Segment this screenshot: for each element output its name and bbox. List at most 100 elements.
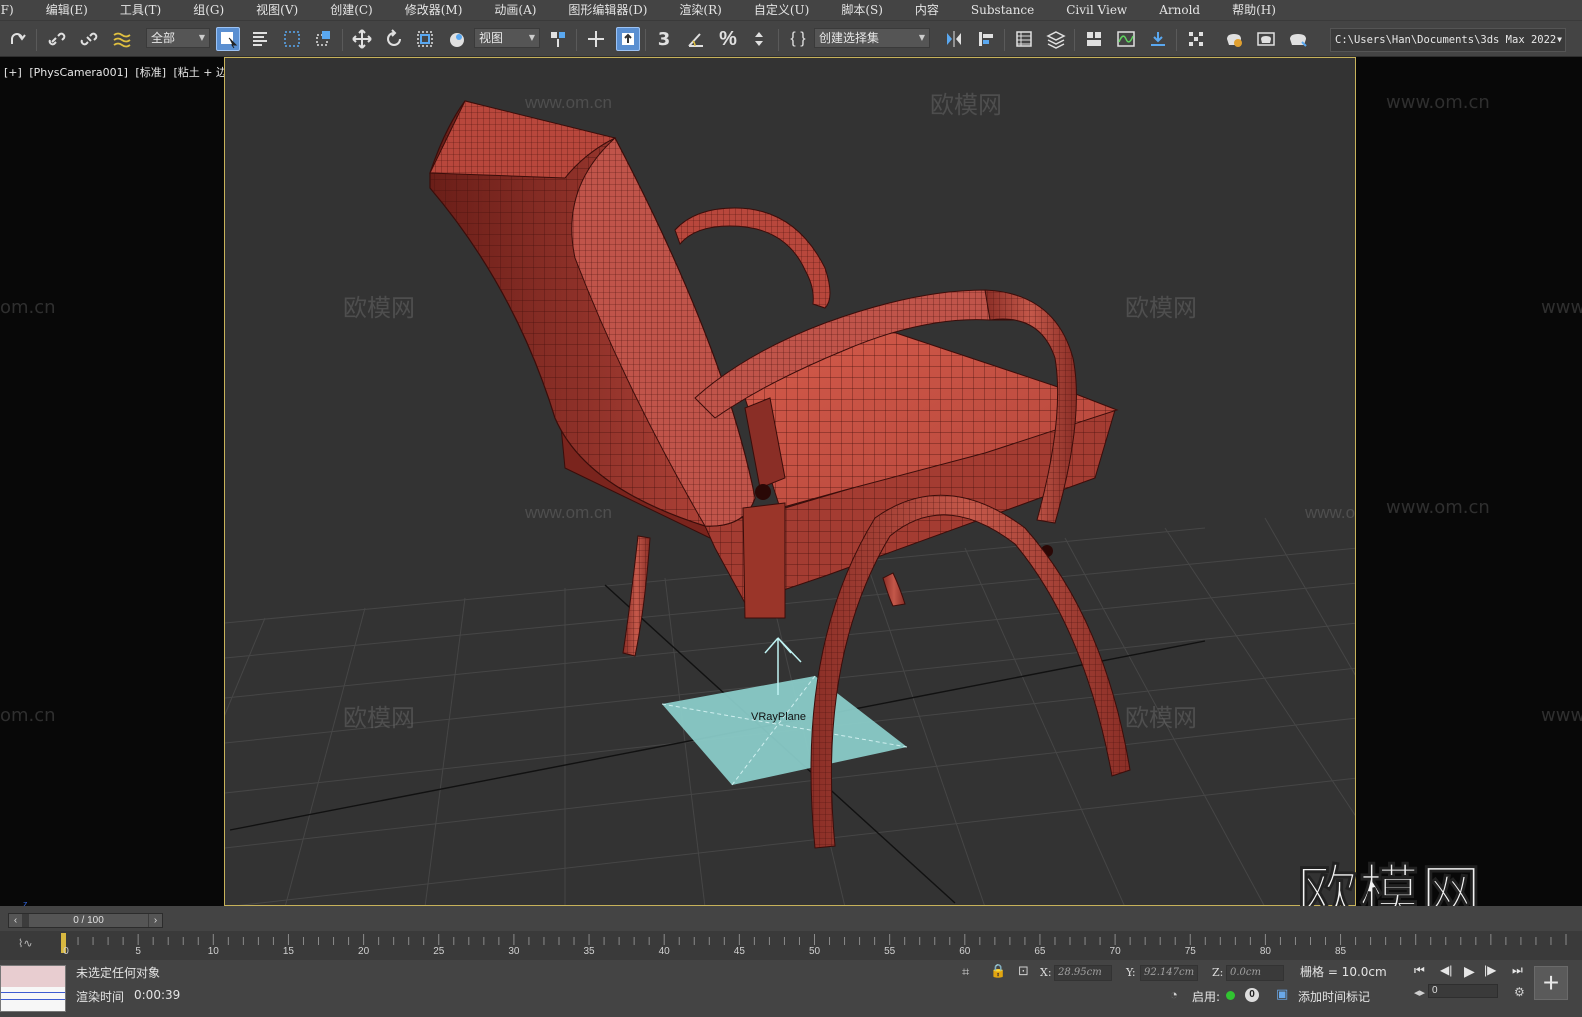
time-tag-icon[interactable]: ▣ (1276, 986, 1288, 1002)
viewport-left-margin: om.cn om.cn x z y (0, 57, 224, 937)
render-setup-icon[interactable] (1222, 27, 1246, 51)
mirror-icon[interactable] (942, 27, 966, 51)
track-bar[interactable]: ⌇∿ 0 5 10 15 20 25 30 35 40 45 50 55 60 65 70 75 80 85 (0, 931, 1582, 960)
material-editor-icon[interactable] (1184, 27, 1208, 51)
scale-icon[interactable] (413, 27, 437, 51)
align-icon[interactable] (974, 27, 998, 51)
viewport-right-margin: www.om.cn www.om.cn www.om.cn www.om.cn (1356, 57, 1582, 906)
edit-named-selection-icon[interactable]: { } (786, 27, 810, 51)
menu-modifiers[interactable]: 修改器(M) (382, 0, 472, 20)
scene-explorer-icon[interactable] (1012, 27, 1036, 51)
menu-file[interactable]: (F) (0, 0, 23, 20)
keyboard-shortcut-override-icon[interactable] (616, 27, 640, 51)
next-frame-icon[interactable]: |▶ (1484, 963, 1496, 977)
track-bar-frame-label: 80 (1259, 946, 1271, 957)
menu-create[interactable]: 创建(C) (307, 0, 382, 20)
menu-civil-view[interactable]: Civil View (1043, 0, 1136, 20)
unlink-icon[interactable] (77, 27, 101, 51)
current-frame-field[interactable]: 0 (1428, 984, 1498, 998)
menu-group[interactable]: 组(G) (170, 0, 233, 20)
previous-frame-icon[interactable]: ◀| (1440, 963, 1452, 977)
menu-graph-editors[interactable]: 图形编辑器(D) (545, 0, 656, 20)
menu-substance[interactable]: Substance (948, 0, 1043, 20)
play-icon[interactable]: ▶ (1464, 963, 1475, 980)
time-slider-readout[interactable]: 0 / 100 (29, 914, 148, 927)
named-selection-sets-dropdown[interactable]: 创建选择集 ▼ (814, 28, 930, 48)
angle-snap-icon[interactable] (684, 27, 708, 51)
redo-icon[interactable] (6, 27, 30, 51)
add-viewport-button[interactable]: + (1534, 966, 1568, 1000)
y-coord-label: Y: (1126, 966, 1136, 979)
go-to-end-icon[interactable]: ⏭ (1512, 963, 1523, 978)
time-config-icon[interactable]: ⚙ (1514, 985, 1525, 999)
schematic-view-icon[interactable] (1146, 27, 1170, 51)
watermark-url: www.om.cn (1541, 297, 1582, 318)
menu-help[interactable]: 帮助(H) (1209, 0, 1285, 20)
absolute-mode-icon[interactable]: ⊡ (1018, 963, 1029, 979)
menu-scripting[interactable]: 脚本(S) (818, 0, 892, 20)
maxscript-listener-mini[interactable] (0, 965, 66, 1012)
vray-plane-object[interactable]: VRayPlane (661, 637, 908, 786)
menu-edit[interactable]: 编辑(E) (23, 0, 97, 20)
menu-arnold[interactable]: Arnold (1136, 0, 1209, 20)
menu-animation[interactable]: 动画(A) (471, 0, 545, 20)
layer-explorer-icon[interactable] (1044, 27, 1068, 51)
grid-size-text: 栅格 = 10.0cm (1300, 965, 1387, 979)
viewport-camera-menu[interactable]: [PhysCamera001] (29, 66, 128, 79)
pivot-center-icon[interactable] (546, 27, 570, 51)
selection-lock-icon[interactable]: 🔒 (990, 963, 1006, 979)
viewport-plus-menu[interactable]: [+] (4, 66, 22, 79)
percent-snap-icon[interactable]: % (716, 27, 740, 51)
watermark-url: om.cn (0, 705, 56, 726)
toggle-ribbon-icon[interactable] (1082, 27, 1106, 51)
select-place-icon[interactable] (445, 27, 469, 51)
reference-coord-dropdown[interactable]: 视图 ▼ (474, 28, 540, 48)
track-bar-frame-label: 85 (1334, 946, 1347, 957)
spinner-snap-icon[interactable] (748, 27, 772, 51)
curve-editor-icon[interactable] (1114, 27, 1138, 51)
rotate-icon[interactable] (382, 27, 406, 51)
time-slider[interactable]: ‹ 0 / 100 › (8, 913, 163, 928)
viewport-shading-menu[interactable]: [标准] (135, 66, 166, 79)
perspective-viewport[interactable]: 欧模网 www.om.cn 欧模网 欧模网 欧模网 欧模网 www.om.cn … (224, 57, 1356, 906)
render-time-label: 渲染时间 (76, 990, 125, 1004)
bind-space-warp-icon[interactable] (109, 27, 133, 51)
selection-status-text: 未选定任何对象 (76, 966, 161, 980)
window-crossing-icon[interactable] (312, 27, 336, 51)
go-to-start-icon[interactable]: ⏮ (1414, 963, 1425, 978)
viewport-label-menu[interactable]: [+] [PhysCamera001] [标准] [粘土 + 边面] (4, 64, 246, 80)
selection-filter-dropdown[interactable]: 全部 ▼ (146, 28, 210, 48)
select-manipulate-icon[interactable] (584, 27, 608, 51)
y-coord-field[interactable]: 92.147cm (1140, 965, 1198, 981)
track-bar-frame-label: 55 (884, 946, 896, 957)
next-frame-arrow-icon[interactable]: › (149, 914, 162, 927)
z-coord-field[interactable]: 0.0cm (1226, 965, 1284, 981)
move-icon[interactable] (350, 27, 374, 51)
add-time-tag-button[interactable]: 添加时间标记 (1298, 988, 1370, 1005)
menu-rendering[interactable]: 渲染(R) (656, 0, 730, 20)
select-by-name-icon[interactable] (248, 27, 272, 51)
track-bar-frame-label: 70 (1109, 946, 1121, 957)
live-sync-counter[interactable]: 0 (1245, 988, 1259, 1002)
x-coord-field[interactable]: 28.95cm (1054, 965, 1112, 981)
adaptive-degradation-icon[interactable]: ◔ (1170, 987, 1178, 1002)
menu-content[interactable]: 内容 (892, 0, 948, 20)
prev-frame-arrow-icon[interactable]: ‹ (9, 914, 22, 927)
rendered-frame-window-icon[interactable] (1254, 27, 1278, 51)
track-bar-frame-label: 30 (508, 946, 520, 957)
project-folder-path[interactable]: C:\Users\Han\Documents\3ds Max 2022 ▼ (1330, 28, 1566, 52)
snaps-toggle-icon[interactable]: 3 (652, 27, 676, 51)
rect-selection-region-icon[interactable] (280, 27, 304, 51)
menu-customize[interactable]: 自定义(U) (731, 0, 818, 20)
watermark-url: www.om.cn (524, 503, 612, 522)
menu-tools[interactable]: 工具(T) (97, 0, 170, 20)
menu-views[interactable]: 视图(V) (233, 0, 307, 20)
track-bar-frame-label: 45 (733, 946, 745, 957)
render-production-icon[interactable] (1286, 27, 1310, 51)
isolate-selection-icon[interactable]: ⌗ (962, 964, 969, 980)
watermark-url: www.om.cn (1541, 705, 1582, 726)
track-bar-frame-label: 20 (358, 946, 370, 957)
key-mode-toggle-icon[interactable]: ◂▸ (1414, 986, 1425, 999)
link-icon[interactable] (45, 27, 69, 51)
select-object-icon[interactable] (216, 27, 240, 51)
